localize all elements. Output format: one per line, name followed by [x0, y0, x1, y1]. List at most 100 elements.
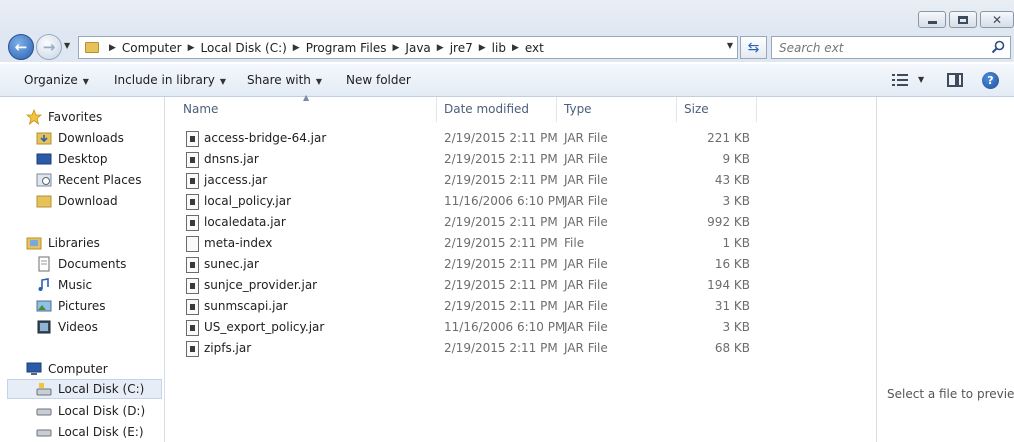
nav-downloads[interactable]: Downloads [36, 128, 124, 148]
nav-desktop[interactable]: Desktop [36, 149, 108, 169]
drive-icon [36, 424, 52, 440]
refresh-button[interactable]: ⇆ [740, 36, 767, 59]
nav-local-disk-e[interactable]: Local Disk (E:) [36, 422, 144, 442]
jar-file-icon [186, 173, 199, 189]
nav-local-disk-e-label: Local Disk (E:) [58, 425, 144, 439]
file-row[interactable]: localedata.jar 2/19/2015 2:11 PM JAR Fil… [180, 212, 780, 233]
downloads-folder-icon [36, 130, 52, 146]
search-icon[interactable] [991, 40, 1005, 54]
nav-documents-label: Documents [58, 257, 127, 271]
include-in-library-menu[interactable]: Include in library ▼ [114, 73, 226, 87]
generic-file-icon [186, 236, 199, 252]
back-arrow-icon: ← [14, 38, 28, 56]
breadcrumb-computer[interactable]: Computer [122, 41, 182, 55]
file-date: 2/19/2015 2:11 PM [444, 278, 558, 292]
chevron-right-icon[interactable]: ▶ [479, 43, 486, 53]
view-options-icon[interactable] [892, 74, 908, 86]
breadcrumb-program-files[interactable]: Program Files [306, 41, 387, 55]
chevron-right-icon[interactable]: ▶ [437, 43, 444, 53]
column-header-size[interactable]: Size [677, 97, 757, 122]
back-button[interactable]: ← [8, 34, 34, 60]
nav-recent-places[interactable]: Recent Places [36, 170, 141, 190]
file-size: 9 KB [722, 152, 750, 166]
desktop-icon [36, 151, 52, 167]
nav-music[interactable]: Music [36, 275, 92, 295]
chevron-right-icon[interactable]: ▶ [512, 43, 519, 53]
chevron-right-icon[interactable]: ▶ [393, 43, 400, 53]
breadcrumb-jre7[interactable]: jre7 [450, 41, 473, 55]
recent-places-icon [36, 172, 52, 188]
chevron-right-icon[interactable]: ▶ [109, 43, 116, 53]
nav-pictures[interactable]: Pictures [36, 296, 106, 316]
documents-icon [36, 256, 52, 272]
nav-downloads-label: Downloads [58, 131, 124, 145]
help-icon[interactable]: ? [982, 72, 999, 89]
breadcrumb-lib[interactable]: lib [492, 41, 506, 55]
jar-file-icon [186, 257, 199, 273]
column-header-name[interactable]: Name [176, 97, 437, 122]
file-row[interactable]: US_export_policy.jar 11/16/2006 6:10 PM … [180, 317, 780, 338]
address-dropdown-icon[interactable]: ▼ [727, 41, 733, 50]
nav-libraries[interactable]: Libraries [26, 233, 100, 253]
chevron-right-icon[interactable]: ▶ [188, 43, 195, 53]
nav-favorites-label: Favorites [48, 110, 103, 124]
search-box[interactable] [771, 36, 1011, 59]
chevron-right-icon[interactable]: ▶ [293, 43, 300, 53]
nav-download[interactable]: Download [36, 191, 118, 211]
file-name: sunjce_provider.jar [204, 278, 318, 292]
address-bar[interactable]: ▶ Computer ▶ Local Disk (C:) ▶ Program F… [78, 36, 738, 59]
file-row[interactable]: sunmscapi.jar 2/19/2015 2:11 PM JAR File… [180, 296, 780, 317]
videos-icon [36, 319, 52, 335]
file-type: JAR File [564, 320, 608, 334]
file-row[interactable]: local_policy.jar 11/16/2006 6:10 PM JAR … [180, 191, 780, 212]
breadcrumb-java[interactable]: Java [405, 41, 430, 55]
new-folder-button[interactable]: New folder [346, 73, 411, 87]
file-row[interactable]: sunjce_provider.jar 2/19/2015 2:11 PM JA… [180, 275, 780, 296]
jar-file-icon [186, 215, 199, 231]
forward-button[interactable]: → [36, 34, 62, 60]
close-icon: ✕ [991, 12, 1003, 27]
preview-pane-toggle-icon[interactable] [947, 73, 963, 87]
minimize-button[interactable] [918, 11, 946, 28]
file-name: zipfs.jar [204, 341, 252, 355]
file-row[interactable]: access-bridge-64.jar 2/19/2015 2:11 PM J… [180, 128, 780, 149]
file-name: US_export_policy.jar [204, 320, 325, 334]
nav-local-disk-d[interactable]: Local Disk (D:) [36, 401, 145, 421]
file-row[interactable]: jaccess.jar 2/19/2015 2:11 PM JAR File 4… [180, 170, 780, 191]
recent-pages-dropdown[interactable]: ▼ [64, 41, 70, 50]
file-date: 2/19/2015 2:11 PM [444, 131, 558, 145]
nav-local-disk-c-label: Local Disk (C:) [58, 382, 145, 396]
breadcrumb-local-disk-c[interactable]: Local Disk (C:) [201, 41, 287, 55]
nav-computer[interactable]: Computer [26, 359, 108, 379]
nav-documents[interactable]: Documents [36, 254, 126, 274]
view-dropdown-icon[interactable]: ▼ [918, 75, 924, 84]
file-row[interactable]: dnsns.jar 2/19/2015 2:11 PM JAR File 9 K… [180, 149, 780, 170]
nav-local-disk-c[interactable]: Local Disk (C:) [7, 379, 162, 399]
file-size: 1 KB [722, 236, 750, 250]
file-type: JAR File [564, 215, 608, 229]
nav-videos[interactable]: Videos [36, 317, 98, 337]
maximize-button[interactable] [949, 11, 977, 28]
share-with-menu[interactable]: Share with ▼ [247, 73, 322, 87]
file-row[interactable]: sunec.jar 2/19/2015 2:11 PM JAR File 16 … [180, 254, 780, 275]
file-row[interactable]: zipfs.jar 2/19/2015 2:11 PM JAR File 68 … [180, 338, 780, 359]
nav-libraries-label: Libraries [48, 236, 100, 250]
file-row[interactable]: meta-index 2/19/2015 2:11 PM File 1 KB [180, 233, 780, 254]
close-button[interactable]: ✕ [980, 11, 1014, 28]
column-header-date-modified[interactable]: Date modified [437, 97, 557, 122]
breadcrumb-ext[interactable]: ext [525, 41, 544, 55]
nav-favorites[interactable]: Favorites [26, 107, 102, 127]
minimize-icon [927, 20, 937, 24]
navigation-bar: ← → ▼ ▶ Computer ▶ Local Disk (C:) ▶ Pro… [0, 32, 1014, 62]
computer-icon [26, 361, 42, 377]
file-size: 43 KB [714, 173, 750, 187]
folder-icon [85, 42, 99, 53]
drive-icon [36, 381, 52, 397]
jar-file-icon [186, 152, 199, 168]
search-input[interactable] [772, 37, 982, 58]
organize-menu[interactable]: Organize ▼ [24, 73, 89, 87]
share-label: Share with [247, 73, 311, 87]
file-name: sunmscapi.jar [204, 299, 288, 313]
column-header-type[interactable]: Type [557, 97, 677, 122]
file-date: 11/16/2006 6:10 PM [444, 320, 566, 334]
